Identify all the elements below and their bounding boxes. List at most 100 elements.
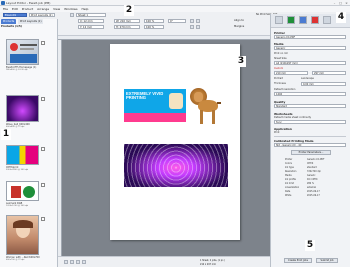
tab-products[interactable]: Products [1,19,17,24]
thickness-label: Thickness [274,82,286,85]
product-thumbnail[interactable] [6,145,39,165]
worksheets-sublabel: Default media sheet continuity [274,116,312,119]
y-position-field[interactable]: Y: 12 mm [78,25,104,29]
divider [274,136,346,137]
lion-image[interactable] [188,88,222,126]
product-checkbox[interactable] [41,41,45,45]
application-checkbox[interactable]: Print [274,131,280,134]
callout-badge-3: 3 [236,56,246,67]
info-key: Ink limit [285,182,294,185]
properties-panel: Printer Generic-CC-PDF Media Generic Pri… [270,14,350,267]
product-info: 600x700 @ 72 dpi [6,259,25,261]
submit-job-button[interactable]: Submit Job [316,258,338,263]
close-button[interactable]: × [344,1,349,5]
thickness-field[interactable]: 0.00 mm [301,82,346,86]
hand-tool-icon[interactable] [70,260,74,264]
info-value: 2015-09-17 [307,194,320,197]
angle-field[interactable]: 0° [168,19,186,23]
general-icon[interactable] [275,16,283,24]
margins-label: Margins [234,25,245,28]
printer-select[interactable]: Epson01 [3,13,27,17]
default-resolution-label: Default resolution [274,88,296,91]
app-icon [1,1,5,5]
resolution-select[interactable]: 1440 [274,92,346,96]
height-field[interactable]: H: 279 mm [114,25,140,29]
rotate-left-button[interactable] [190,19,194,23]
width-field[interactable]: W: 210 mm [114,19,140,23]
product-info: 600x400 @ 72 dpi [6,126,25,128]
calibrated-mode-select[interactable]: Std - Generic-CC - 4C [274,143,346,147]
landscape-radio[interactable]: Landscape [301,77,314,80]
product-thumbnail[interactable] [6,95,39,122]
sheet-select[interactable]: Sheet 1 [76,13,106,17]
portrait-radio[interactable]: Portrait [274,77,283,80]
layout-canvas[interactable]: EXTREMELY VIVID PRINTING [58,36,270,256]
printer-select[interactable]: Generic-CC-PDF [274,35,346,39]
flip-h-button[interactable] [190,25,194,29]
product-checkbox[interactable] [41,217,45,221]
pointer-tool-icon[interactable] [64,260,68,264]
crop-tool-icon[interactable] [82,260,86,264]
ad-text: EXTREMELY VIVID PRINTING [126,91,164,101]
minimize-button[interactable]: – [332,1,337,5]
width-field[interactable]: 210 mm [274,71,308,75]
info-key: Ink profile [285,178,296,181]
info-value: Generic [307,174,316,177]
product-checkbox[interactable] [41,97,45,101]
info-value: standard [307,166,317,169]
info-value: CMYK [307,162,314,165]
info-key: Printer [285,158,293,161]
info-key: White [285,194,292,197]
info-icon[interactable] [323,16,331,24]
product-checkbox[interactable] [41,183,45,187]
disco-image[interactable] [124,144,228,187]
maximize-button[interactable]: □ [338,1,343,5]
create-print-jobs-button[interactable]: Create Print Jobs [284,258,312,263]
quality-select[interactable]: Standard [274,104,346,108]
sheet-dimensions: 210 x 297 mm [200,263,216,266]
vertical-ruler [58,40,62,256]
align-to-label: Align to [234,19,244,22]
flip-v-button[interactable] [196,25,200,29]
product-thumbnail[interactable] [6,215,39,255]
product-checkbox[interactable] [41,147,45,151]
product-info: 3300x2400 @ 300 dpi [6,169,29,171]
layout-select[interactable]: Print Layouts (1) [29,13,55,17]
info-value: 720x720 dpi [307,170,321,173]
x-position-field[interactable]: X: 12 mm [78,19,104,23]
info-key: Colors [285,162,292,165]
printer-icon[interactable] [311,16,319,24]
callout-badge-5: 5 [305,240,315,251]
zoom-field[interactable]: 100 % [144,19,164,23]
sheet-info: 1 Sheet, 2 jobs, (1 pc.) [200,259,225,262]
info-value: Generic-CC-PDF [307,158,325,161]
callout-badge-4: 4 [336,12,346,23]
info-value: 280 % [307,182,314,185]
printer-parameters-button[interactable]: Printer Parameters... [291,150,331,155]
callout-badge-1: 1 [1,129,11,140]
rotate-right-button[interactable] [196,19,200,23]
worksheets-select[interactable]: Sync [274,120,346,124]
info-key: Media [285,174,292,177]
ad-image[interactable]: EXTREMELY VIVID PRINTING [124,89,186,122]
print-on-roll-checkbox[interactable]: Print on roll [274,52,288,55]
sheet-size-select[interactable]: A4 (210x297 mm) [274,61,346,65]
product-info: 980x800 @ 53.30 dpi [6,69,28,71]
media-select[interactable]: Generic [274,46,346,50]
prev-sheet-button[interactable] [70,13,74,17]
product-thumbnail[interactable] [6,39,39,65]
color-icon[interactable] [287,16,295,24]
scale-field[interactable]: 100 % [144,25,164,29]
product-thumbnail[interactable] [6,181,39,201]
print-sheet[interactable]: EXTREMELY VIVID PRINTING [110,44,240,240]
zoom-tool-icon[interactable] [76,260,80,264]
window-title: Layout Editor - Ewelt.job (PM) [6,1,51,5]
media-icon[interactable] [299,16,307,24]
tab-print-layouts[interactable]: Print Layouts (1) [18,19,44,24]
info-value: external [307,186,317,189]
sheet-size-label: Sheet Size [274,57,287,60]
info-key: Resolution [285,170,297,173]
custom-label: Custom [274,67,284,70]
height-field[interactable]: 297 mm [312,71,346,75]
callout-badge-2: 2 [124,5,134,16]
